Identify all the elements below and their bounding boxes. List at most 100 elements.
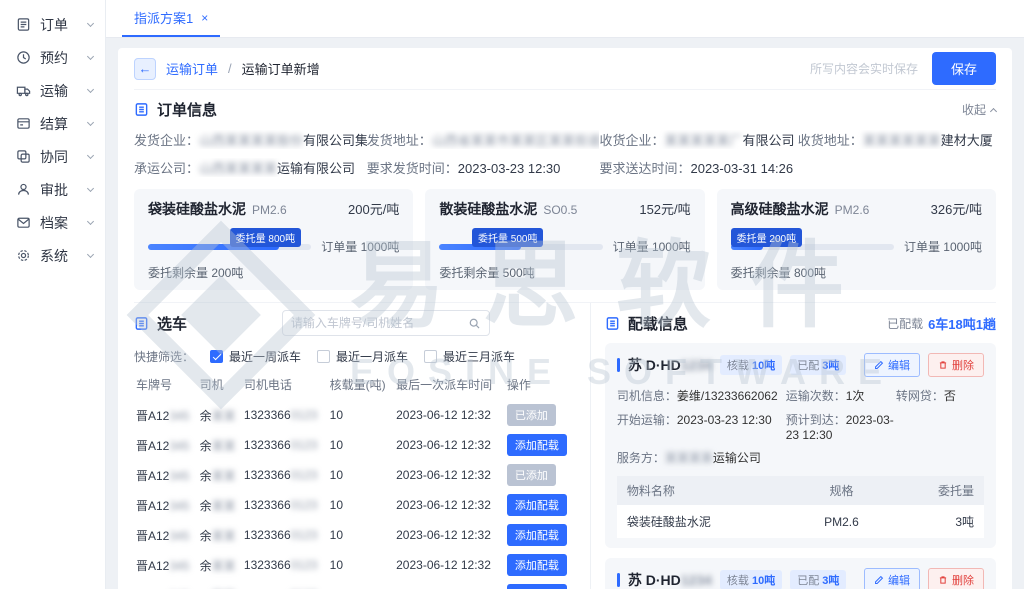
tab-dispatch-plan-1[interactable]: 指派方案1 × [122, 0, 220, 37]
clock-icon [16, 50, 31, 65]
sidebar-item-label: 运输 [40, 81, 79, 101]
phone-cell: 13233660123 [242, 580, 328, 589]
driver-cell: 余某某 [198, 550, 242, 580]
breadcrumb-current: 运输订单新增 [242, 59, 320, 78]
plate-redacted: 345 [169, 409, 189, 423]
app: 订单 预约 运输 结算 协同 审批 档案 [0, 0, 1024, 589]
sidebar-item-settlement[interactable]: 结算 [0, 107, 105, 140]
loaded-summary-value: 6车18吨1趟 [928, 314, 996, 333]
edit-button[interactable]: 编辑 [864, 353, 920, 377]
filter-checkbox[interactable]: 最近一周派车 [210, 348, 301, 365]
col-driver: 司机 [198, 369, 242, 400]
product-name: 高级硅酸盐水泥 [731, 199, 829, 219]
already-added-button: 已添加 [507, 404, 556, 426]
product-progress-row: 委托量 500吨 订单量 1000吨 [439, 238, 690, 255]
phone-redacted: 0123 [291, 558, 318, 572]
add-load-button[interactable]: 添加配载 [507, 434, 567, 456]
vehicle-search[interactable] [282, 310, 490, 336]
product-name: 袋装硅酸盐水泥 [148, 199, 246, 219]
phone-redacted: 0123 [291, 468, 318, 482]
sidebar-item-label: 预约 [40, 48, 79, 68]
field-value-redacted: 山西省某某市某某区某某街道某某号100 [432, 133, 600, 148]
col-phone: 司机电话 [242, 369, 328, 400]
product-spec: PM2.6 [252, 203, 287, 217]
collapse-label: 收起 [962, 101, 986, 118]
product-card: 散装硅酸盐水泥 SO0.5 152元/吨 委托量 500吨 订单量 1000吨 … [425, 189, 704, 290]
gear-icon [16, 248, 31, 263]
time-cell: 2023-06-12 12:32 [394, 460, 505, 490]
load-cell: 10 [328, 430, 394, 460]
collaboration-icon [16, 149, 31, 164]
driver-cell: 余某某 [198, 580, 242, 589]
sidebar-item-system[interactable]: 系统 [0, 239, 105, 272]
pencil-icon [874, 575, 884, 585]
plate-cell: 晋A12345 [134, 490, 198, 520]
field-value: 有限公司 [743, 133, 795, 148]
breadcrumb-parent[interactable]: 运输订单 [166, 59, 218, 78]
time-cell: 2023-06-12 12:32 [394, 400, 505, 430]
capacity-value: 10吨 [752, 575, 775, 587]
add-load-button[interactable]: 添加配载 [507, 584, 567, 589]
content-card: ← 运输订单 / 运输订单新增 所写内容会实时保存 保存 订单信息 收起 [118, 48, 1012, 589]
product-cards: 袋装硅酸盐水泥 PM2.6 200元/吨 委托量 800吨 订单量 1000吨 … [134, 189, 996, 302]
phone-cell: 13233660123 [242, 520, 328, 550]
plate-redacted: 345 [169, 469, 189, 483]
sidebar-item-transport[interactable]: 运输 [0, 74, 105, 107]
col-spec: 规格 [795, 476, 889, 505]
col-actions: 操作 [505, 369, 576, 400]
order-icon [16, 17, 31, 32]
close-icon[interactable]: × [201, 11, 208, 25]
table-row: 晋A12345 余某某 13233660123 10 2023-06-12 12… [134, 430, 576, 460]
autosave-hint: 所写内容会实时保存 [810, 60, 918, 77]
checkbox-unchecked-icon[interactable] [317, 350, 330, 363]
collapse-toggle[interactable]: 收起 [962, 101, 996, 118]
sidebar-item-orders[interactable]: 订单 [0, 8, 105, 41]
filter-checkbox[interactable]: 最近一月派车 [317, 348, 408, 365]
search-input[interactable] [291, 316, 468, 330]
sidebar-item-appointments[interactable]: 预约 [0, 41, 105, 74]
edit-button[interactable]: 编辑 [864, 568, 920, 589]
sidebar-item-collaboration[interactable]: 协同 [0, 140, 105, 173]
table-row: 晋A12345 余某某 13233660123 10 2023-06-12 12… [134, 520, 576, 550]
delete-label: 删除 [952, 357, 974, 373]
filter-label: 最近一月派车 [336, 348, 408, 365]
settlement-icon [16, 116, 31, 131]
back-button[interactable]: ← [134, 58, 156, 80]
action-cell: 添加配载 [505, 580, 576, 589]
load-cell: 10 [328, 550, 394, 580]
product-price: 200元/吨 [348, 199, 399, 218]
checkbox-unchecked-icon[interactable] [424, 350, 437, 363]
progress-track: 委托量 500吨 [439, 244, 602, 250]
filter-label: 最近一周派车 [229, 348, 301, 365]
product-price: 152元/吨 [639, 199, 690, 218]
bottom-panels: 选车 快捷筛选： [134, 302, 996, 589]
filter-checkbox[interactable]: 最近三月派车 [424, 348, 515, 365]
load-cell: 10 [328, 580, 394, 589]
add-load-button[interactable]: 添加配载 [507, 494, 567, 516]
phone-visible: 1323366 [244, 558, 291, 572]
driver-redacted: 某某 [212, 559, 236, 573]
loaded-value: 3吨 [822, 360, 839, 372]
field-label: 发货地址： [367, 133, 432, 148]
sidebar-item-approval[interactable]: 审批 [0, 173, 105, 206]
checkbox-checked-icon[interactable] [210, 350, 223, 363]
phone-cell: 13233660123 [242, 460, 328, 490]
toolbar-right: 所写内容会实时保存 保存 [810, 52, 996, 85]
phone-cell: 13233660123 [242, 430, 328, 460]
already-added-button: 已添加 [507, 464, 556, 486]
delete-button[interactable]: 删除 [928, 353, 984, 377]
add-load-button[interactable]: 添加配载 [507, 554, 567, 576]
add-load-button[interactable]: 添加配载 [507, 524, 567, 546]
plate-redacted: 345 [169, 439, 189, 453]
field-value-redacted: 山西某某某某 [199, 161, 277, 176]
spacer [896, 411, 984, 442]
product-name: 散装硅酸盐水泥 [439, 199, 537, 219]
col-plate: 车牌号 [134, 369, 198, 400]
driver-cell: 余某某 [198, 520, 242, 550]
sidebar: 订单 预约 运输 结算 协同 审批 档案 [0, 0, 106, 589]
accent-bar-icon [617, 358, 620, 372]
action-cell: 已添加 [505, 460, 576, 490]
sidebar-item-archives[interactable]: 档案 [0, 206, 105, 239]
delete-button[interactable]: 删除 [928, 568, 984, 589]
save-button[interactable]: 保存 [932, 52, 996, 85]
